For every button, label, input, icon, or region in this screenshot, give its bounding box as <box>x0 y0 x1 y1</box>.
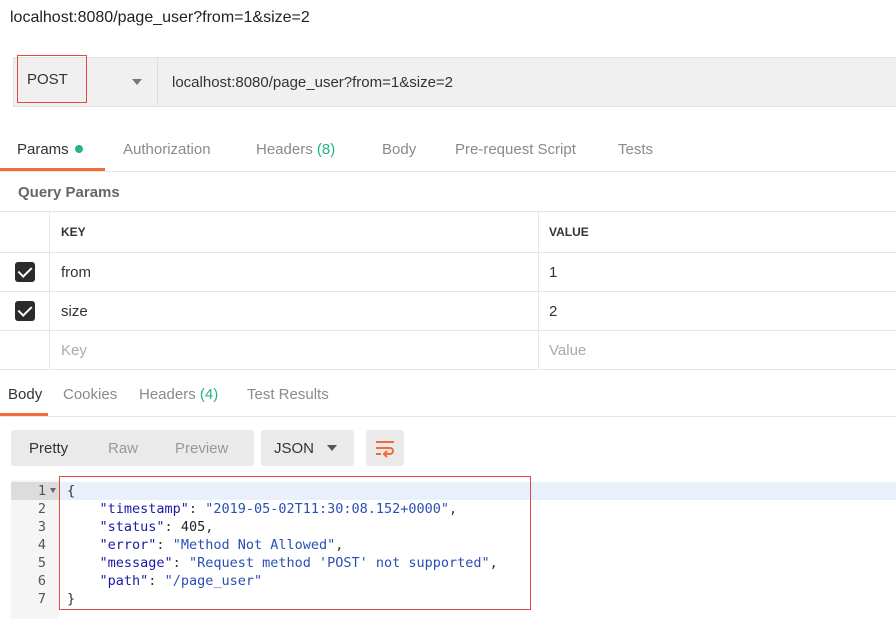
code-text: "message": "Request method 'POST' not su… <box>99 555 498 571</box>
param-value[interactable]: 1 <box>538 253 896 291</box>
json-trail: , <box>205 519 214 535</box>
wrap-lines-button[interactable] <box>366 430 404 466</box>
code-line: 6 "path": "/page_user" <box>11 572 896 590</box>
format-select[interactable]: JSON <box>261 430 354 466</box>
json-value: "2019-05-02T11:30:08.152+0000" <box>205 501 450 517</box>
response-headers-count: (4) <box>199 386 219 403</box>
code-text: { <box>67 483 76 499</box>
tab-cookies[interactable]: Cookies <box>63 386 117 403</box>
code-text: "error": "Method Not Allowed", <box>99 537 344 553</box>
tab-response-headers[interactable]: Headers (4) <box>139 386 218 403</box>
checkbox-checked-icon[interactable] <box>14 262 35 282</box>
json-key: "path" <box>99 573 149 589</box>
json-key: "status" <box>99 519 165 535</box>
chevron-down-icon <box>132 79 142 85</box>
tab-headers-label: Headers <box>256 141 313 158</box>
code-line: 2 "timestamp": "2019-05-02T11:30:08.152+… <box>11 500 896 518</box>
code-line: 4 "error": "Method Not Allowed", <box>11 536 896 554</box>
tab-headers[interactable]: Headers (8) <box>256 141 335 158</box>
json-trail: , <box>489 555 498 571</box>
code-line: 7 } <box>11 590 896 608</box>
active-tab-underline <box>0 413 48 416</box>
method-select[interactable]: POST <box>14 55 156 106</box>
tab-response-headers-label: Headers <box>139 386 196 403</box>
response-tabs: Body Cookies Headers (4) Test Results <box>0 376 896 417</box>
tab-body[interactable]: Body <box>382 141 416 158</box>
format-label: JSON <box>274 439 315 457</box>
line-number: 6 <box>37 573 46 589</box>
url-input[interactable]: localhost:8080/page_user?from=1&size=2 <box>157 58 896 106</box>
table-row: from 1 <box>0 253 896 292</box>
header-value: VALUE <box>538 212 896 252</box>
code-text: } <box>67 591 76 607</box>
json-value: "/page_user" <box>164 573 263 589</box>
preview-button[interactable]: Preview <box>175 430 228 466</box>
method-label: POST <box>17 55 87 103</box>
header-key: KEY <box>49 212 538 252</box>
response-code-editor[interactable]: 1 { 2 "timestamp": "2019-05-02T11:30:08.… <box>11 480 896 619</box>
raw-button[interactable]: Raw <box>108 430 138 466</box>
row-checkbox-cell <box>0 331 49 369</box>
code-line: 3 "status": 405, <box>11 518 896 536</box>
row-checkbox-cell <box>0 292 49 330</box>
query-params-table: KEY VALUE from 1 size 2 Key Value <box>0 211 896 370</box>
view-mode-group: Pretty Raw Preview <box>11 430 254 466</box>
json-value: "Method Not Allowed" <box>172 537 336 553</box>
table-header-row: KEY VALUE <box>0 211 896 253</box>
code-text: "path": "/page_user" <box>99 573 263 589</box>
header-checkbox-col <box>0 212 49 252</box>
json-value: 405 <box>180 519 206 535</box>
value-input[interactable]: Value <box>538 331 896 369</box>
code-text: "status": 405, <box>99 519 214 535</box>
wrap-lines-icon <box>376 441 394 458</box>
table-row-new: Key Value <box>0 331 896 370</box>
headers-count: (8) <box>316 141 336 158</box>
query-params-title: Query Params <box>18 184 120 201</box>
code-line: 5 "message": "Request method 'POST' not … <box>11 554 896 572</box>
line-number: 2 <box>37 501 46 517</box>
line-number: 5 <box>37 555 46 571</box>
pretty-button[interactable]: Pretty <box>29 430 68 466</box>
tab-response-body[interactable]: Body <box>8 386 42 403</box>
json-key: "timestamp" <box>99 501 189 517</box>
json-key: "message" <box>99 555 173 571</box>
json-value: "Request method 'POST' not supported" <box>188 555 490 571</box>
active-tab-underline <box>0 168 105 171</box>
table-row: size 2 <box>0 292 896 331</box>
tab-tests[interactable]: Tests <box>618 141 653 158</box>
tab-test-results[interactable]: Test Results <box>247 386 329 403</box>
json-key: "error" <box>99 537 157 553</box>
request-bar: POST localhost:8080/page_user?from=1&siz… <box>13 55 896 107</box>
window-title: localhost:8080/page_user?from=1&size=2 <box>10 9 310 26</box>
fold-arrow-icon[interactable] <box>50 488 56 493</box>
param-value[interactable]: 2 <box>538 292 896 330</box>
active-dot-icon <box>74 145 83 153</box>
tab-authorization[interactable]: Authorization <box>123 141 211 158</box>
json-trail: , <box>449 501 458 517</box>
row-checkbox-cell <box>0 253 49 291</box>
param-key[interactable]: size <box>49 292 538 330</box>
tab-params[interactable]: Params <box>17 141 83 158</box>
param-key[interactable]: from <box>49 253 538 291</box>
key-input[interactable]: Key <box>49 331 538 369</box>
chevron-down-icon <box>327 445 337 451</box>
code-text: "timestamp": "2019-05-02T11:30:08.152+00… <box>99 501 458 517</box>
tab-prerequest-script[interactable]: Pre-request Script <box>455 141 576 158</box>
tab-params-label: Params <box>17 141 69 158</box>
line-number: 7 <box>37 591 46 607</box>
line-number: 3 <box>37 519 46 535</box>
request-tabs: Params Authorization Headers (8) Body Pr… <box>0 131 896 172</box>
code-line: 1 { <box>11 482 896 500</box>
line-number: 4 <box>37 537 46 553</box>
checkbox-checked-icon[interactable] <box>14 301 35 321</box>
json-trail: , <box>335 537 344 553</box>
